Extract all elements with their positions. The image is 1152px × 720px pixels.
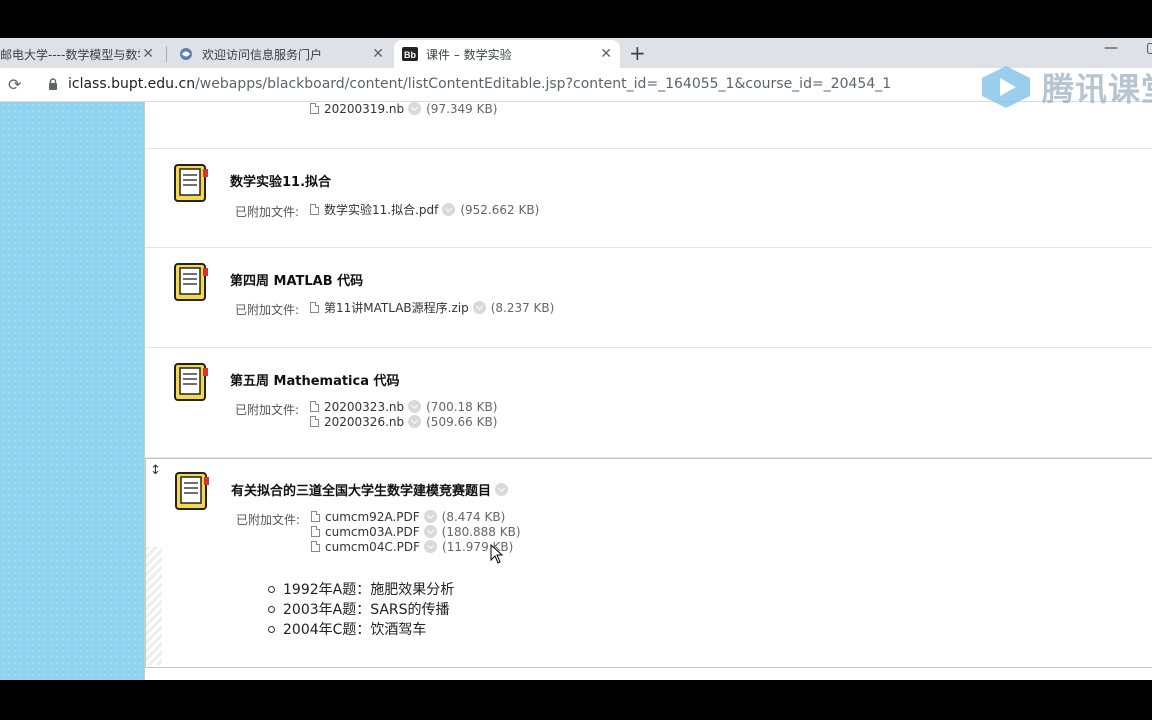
- url-path: /webapps/blackboard/content/listContentE…: [195, 76, 892, 92]
- minimize-icon[interactable]: —: [1104, 40, 1118, 56]
- chevron-down-icon[interactable]: [408, 415, 422, 428]
- attached-files-label: 已附加文件:: [235, 403, 300, 417]
- attached-files: 第11讲MATLAB源程序.zip (8.237 KB): [310, 300, 554, 315]
- file-icon: [310, 103, 319, 114]
- file-link[interactable]: 20200326.nb (509.66 KB): [310, 414, 497, 429]
- chevron-down-icon[interactable]: [423, 525, 437, 538]
- content-item: 数学实验11.拟合 已附加文件: 数学实验11.拟合.pdf (952.662 …: [145, 149, 1152, 248]
- tab-title: 欢迎访问信息服务门户: [202, 47, 323, 62]
- notebook-icon: [174, 164, 208, 202]
- lock-icon[interactable]: [48, 78, 58, 90]
- file-icon: [310, 416, 319, 427]
- file-icon: [311, 511, 320, 522]
- browser-window: 邮电大学----数学模型与数学 ✕ 欢迎访问信息服务门户 ✕ Bb 课件 – 数…: [0, 38, 1152, 680]
- drag-strip[interactable]: [146, 547, 162, 665]
- item-title[interactable]: 数学实验11.拟合: [230, 171, 331, 190]
- svg-text:Bb: Bb: [404, 50, 416, 60]
- chevron-down-icon[interactable]: [495, 483, 509, 496]
- tab-divider: [166, 46, 167, 62]
- notebook-icon: [174, 263, 208, 301]
- attached-files-label: 已附加文件:: [236, 513, 301, 527]
- play-logo-icon: [982, 66, 1030, 108]
- course-sidebar: [0, 102, 144, 680]
- item-title[interactable]: 第四周 MATLAB 代码: [230, 270, 363, 289]
- reload-icon[interactable]: ⟳: [8, 75, 21, 94]
- globe-icon: [178, 46, 194, 62]
- file-link[interactable]: cumcm92A.PDF (8.474 KB): [311, 509, 521, 524]
- chevron-down-icon[interactable]: [423, 510, 437, 523]
- file-icon: [310, 401, 319, 412]
- content-item: 第五周 Mathematica 代码 已附加文件: 20200323.nb (7…: [145, 348, 1152, 458]
- attached-files-label: 已附加文件:: [235, 205, 300, 219]
- chevron-down-icon[interactable]: [408, 400, 422, 413]
- file-link[interactable]: cumcm03A.PDF (180.888 KB): [311, 524, 521, 539]
- file-link[interactable]: 第11讲MATLAB源程序.zip (8.237 KB): [310, 300, 554, 315]
- address-bar[interactable]: iclass.bupt.edu.cn/webapps/blackboard/co…: [68, 76, 891, 92]
- tab-title: 课件 – 数学实验: [426, 47, 512, 62]
- page-content: 20200319.nb (97.349 KB) 数学实验11.拟合 已附加文件:…: [0, 102, 1152, 680]
- content-item-selected: ↕ 有关拟合的三道全国大学生数学建模竞赛题目 已附加文件: cumcm92A.P…: [145, 458, 1152, 668]
- file-icon: [310, 204, 319, 215]
- mouse-cursor-icon: [490, 544, 504, 564]
- url-host: iclass.bupt.edu.cn: [68, 76, 196, 92]
- tab-courseware[interactable]: Bb 课件 – 数学实验 ✕: [394, 40, 620, 68]
- chevron-down-icon[interactable]: [472, 301, 486, 314]
- attached-files-label: 已附加文件:: [235, 303, 300, 317]
- content-list: 20200319.nb (97.349 KB) 数学实验11.拟合 已附加文件:…: [144, 102, 1152, 680]
- drag-handle-icon[interactable]: ↕: [150, 463, 161, 478]
- tab-bupt-course[interactable]: 邮电大学----数学模型与数学 ✕: [0, 40, 162, 68]
- maximize-icon[interactable]: ▢: [1146, 40, 1152, 56]
- item-description-list: 1992年A题：施肥效果分析 2003年A题：SARS的传播 2004年C题：饮…: [268, 579, 454, 639]
- watermark-text: 腾讯课堂: [1042, 70, 1152, 108]
- attached-files: 20200323.nb (700.18 KB) 20200326.nb (509…: [310, 399, 497, 429]
- close-icon[interactable]: ✕: [600, 46, 612, 62]
- file-link[interactable]: 20200323.nb (700.18 KB): [310, 399, 497, 414]
- file-icon: [311, 526, 320, 537]
- notebook-icon: [175, 472, 209, 510]
- notebook-icon: [174, 363, 208, 401]
- blackboard-icon: Bb: [402, 46, 418, 62]
- attached-files: 数学实验11.拟合.pdf (952.662 KB): [310, 202, 539, 217]
- watermark: 腾讯课堂: [978, 64, 1152, 110]
- close-icon[interactable]: ✕: [372, 46, 384, 62]
- chevron-down-icon[interactable]: [408, 102, 422, 115]
- content-item: 第四周 MATLAB 代码 已附加文件: 第11讲MATLAB源程序.zip (…: [145, 248, 1152, 348]
- item-title[interactable]: 第五周 Mathematica 代码: [230, 370, 400, 389]
- list-item: 1992年A题：施肥效果分析: [268, 579, 454, 599]
- file-icon: [311, 541, 320, 552]
- file-link[interactable]: 20200319.nb (97.349 KB): [310, 102, 497, 116]
- chevron-down-icon[interactable]: [424, 540, 438, 553]
- attached-files: 20200319.nb (97.349 KB): [310, 102, 497, 116]
- list-item: 2003年A题：SARS的传播: [268, 599, 454, 619]
- tab-title: 邮电大学----数学模型与数学: [0, 47, 140, 62]
- list-item: 2004年C题：饮酒驾车: [268, 619, 454, 639]
- item-title[interactable]: 有关拟合的三道全国大学生数学建模竞赛题目: [231, 480, 513, 499]
- file-icon: [310, 302, 319, 313]
- screen: 邮电大学----数学模型与数学 ✕ 欢迎访问信息服务门户 ✕ Bb 课件 – 数…: [0, 0, 1152, 720]
- new-tab-button[interactable]: +: [629, 41, 646, 65]
- close-icon[interactable]: ✕: [142, 46, 154, 62]
- file-link[interactable]: 数学实验11.拟合.pdf (952.662 KB): [310, 202, 539, 217]
- tab-portal[interactable]: 欢迎访问信息服务门户 ✕: [170, 40, 392, 68]
- chevron-down-icon[interactable]: [442, 203, 456, 216]
